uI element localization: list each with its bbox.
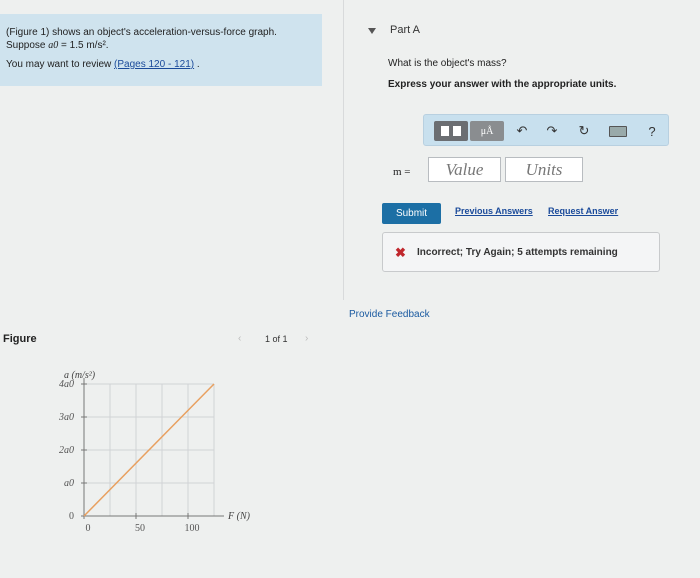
problem-line: (Figure 1) shows an object's acceleratio… — [6, 27, 277, 38]
column-divider — [343, 0, 344, 300]
undo-icon[interactable]: ↶ — [514, 121, 530, 141]
units-symbol-button[interactable]: μÅ — [470, 121, 504, 141]
suppose-line: Suppose a0 = 1.5 m/s². — [6, 40, 109, 51]
incorrect-x-icon: ✖ — [395, 245, 406, 260]
review-line: You may want to review (Pages 120 - 121)… — [6, 59, 200, 70]
y-tick-label: 0 — [69, 511, 74, 522]
submit-button[interactable]: Submit — [382, 203, 441, 224]
x-tick-label: 50 — [135, 523, 145, 534]
instruction-text: Express your answer with the appropriate… — [388, 79, 617, 90]
reset-icon[interactable]: ↻ — [576, 121, 592, 141]
value-input[interactable]: Value — [428, 157, 501, 182]
y-axis-label: a (m/s²) — [64, 370, 96, 381]
redo-icon[interactable]: ↷ — [544, 121, 560, 141]
x-tick-label: 100 — [185, 523, 200, 534]
keyboard-icon[interactable] — [608, 121, 628, 141]
provide-feedback-link[interactable]: Provide Feedback — [349, 309, 430, 320]
problem-statement: (Figure 1) shows an object's acceleratio… — [0, 14, 322, 86]
next-figure-icon[interactable]: › — [305, 333, 308, 344]
feedback-message-box: ✖ Incorrect; Try Again; 5 attempts remai… — [382, 232, 660, 272]
templates-icon[interactable] — [434, 121, 468, 141]
request-answer-link[interactable]: Request Answer — [548, 206, 618, 216]
answer-toolbar: μÅ ↶ ↷ ↻ ? — [423, 114, 669, 146]
a0-symbol: a0 — [48, 40, 59, 51]
mass-variable-label: m = — [393, 166, 411, 178]
part-a-header[interactable]: Part A — [370, 24, 420, 36]
part-a-title: Part A — [390, 24, 420, 36]
y-tick-label: a0 — [64, 478, 74, 489]
pages-link[interactable]: (Pages 120 - 121) — [114, 59, 194, 70]
acceleration-force-chart: 0 50 1000a02a03a04a0a (m/s²)F (N) — [58, 370, 251, 534]
figure-pager: 1 of 1 — [265, 334, 288, 344]
y-tick-label: 3a0 — [58, 412, 74, 423]
prev-figure-icon[interactable]: ‹ — [238, 333, 241, 344]
units-input[interactable]: Units — [505, 157, 583, 182]
figure-heading: Figure — [3, 333, 37, 345]
question-text: What is the object's mass? — [388, 58, 507, 69]
x-axis-label: F (N) — [227, 511, 251, 522]
x-tick-label: 0 — [86, 523, 91, 534]
previous-answers-link[interactable]: Previous Answers — [455, 206, 533, 216]
feedback-text: Incorrect; Try Again; 5 attempts remaini… — [417, 247, 618, 258]
y-tick-label: 2a0 — [59, 445, 74, 456]
help-icon[interactable]: ? — [644, 121, 660, 141]
